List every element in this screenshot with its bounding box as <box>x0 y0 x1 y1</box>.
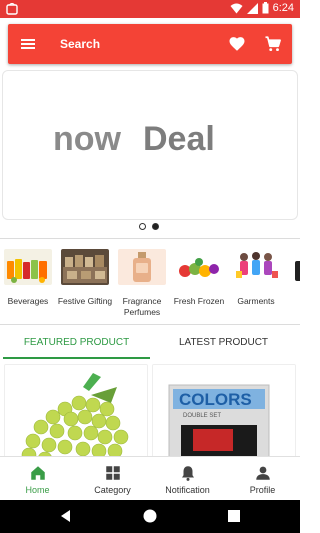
shoppers-image <box>232 249 280 285</box>
product-card[interactable] <box>4 364 148 459</box>
category-item-partial[interactable]: A <box>285 245 300 307</box>
nav-home-label: Home <box>25 485 50 495</box>
category-label: Fresh Frozen <box>173 296 225 306</box>
beverages-image <box>4 249 52 285</box>
search-button[interactable]: Search <box>60 37 100 51</box>
tab-featured-product[interactable]: FEATURED PRODUCT <box>3 333 150 359</box>
tab-latest-product[interactable]: LATEST PRODUCT <box>150 333 297 359</box>
app-bar: Search <box>8 24 292 64</box>
category-item-festive-gifting[interactable]: Festive Gifting <box>57 245 113 307</box>
category-item-fragrance-perfumes[interactable]: Fragrance Perfumes <box>114 245 170 318</box>
nav-home[interactable]: Home <box>0 457 75 501</box>
nav-notification-label: Notification <box>165 485 210 495</box>
bell-icon <box>181 466 194 481</box>
nav-notification[interactable]: Notification <box>150 457 225 501</box>
heart-icon[interactable] <box>228 35 246 53</box>
bag-image <box>289 249 300 285</box>
divider <box>0 324 300 325</box>
carousel-dot-active[interactable] <box>152 223 159 230</box>
divider <box>0 238 300 239</box>
category-item-beverages[interactable]: Beverages <box>0 245 56 307</box>
perfume-bottle-image <box>118 249 166 285</box>
category-label: Garments <box>237 296 275 306</box>
status-bar: 6:24 <box>0 0 300 18</box>
category-item-garments[interactable]: Garments <box>228 245 284 307</box>
logo-text-now: now <box>53 120 122 158</box>
promo-banner[interactable]: now Deal <box>2 70 298 220</box>
wifi-icon <box>230 3 243 13</box>
logo-text-deal: Deal <box>143 120 215 158</box>
nav-category-label: Category <box>94 485 131 495</box>
category-label: Fragrance Perfumes <box>122 296 162 317</box>
back-icon[interactable] <box>58 508 74 524</box>
category-label: A <box>285 296 300 307</box>
menu-icon[interactable] <box>20 36 36 52</box>
category-label: Festive Gifting <box>57 296 113 306</box>
package-brand-text: COLORS <box>179 390 252 409</box>
nowdeal-logo: now Deal <box>53 120 215 158</box>
grid-icon <box>105 466 120 480</box>
carousel-dot[interactable] <box>139 223 146 230</box>
status-time: 6:24 <box>272 2 294 14</box>
product-tabs: FEATURED PRODUCT LATEST PRODUCT <box>0 333 300 359</box>
person-icon <box>255 466 270 480</box>
nav-profile-label: Profile <box>249 485 276 495</box>
category-label: Beverages <box>7 296 49 306</box>
signal-icon <box>246 2 258 14</box>
carousel-indicator <box>139 223 159 230</box>
battery-icon <box>262 2 269 14</box>
recents-icon[interactable] <box>226 508 242 524</box>
nav-profile[interactable]: Profile <box>225 457 300 501</box>
colors-package-image: COLORS DOUBLE SET <box>153 365 295 458</box>
package-subtitle-text: DOUBLE SET <box>183 413 221 419</box>
gift-boxes-image <box>61 249 109 285</box>
category-item-fresh-frozen[interactable]: Fresh Frozen <box>171 245 227 307</box>
nav-category[interactable]: Category <box>75 457 150 501</box>
app-notification-icon <box>6 3 18 15</box>
cart-icon[interactable] <box>264 35 282 53</box>
home-icon <box>30 466 45 480</box>
home-circle-icon[interactable] <box>142 508 158 524</box>
green-grapes-image <box>5 365 147 458</box>
product-card[interactable]: COLORS DOUBLE SET <box>152 364 296 459</box>
system-navigation-bar <box>0 500 300 533</box>
fruits-vegetables-image <box>175 249 223 285</box>
category-strip: Beverages Festive Gifting Fragrance Perf… <box>0 245 300 323</box>
bottom-navigation: Home Category Notification Profile <box>0 456 300 500</box>
